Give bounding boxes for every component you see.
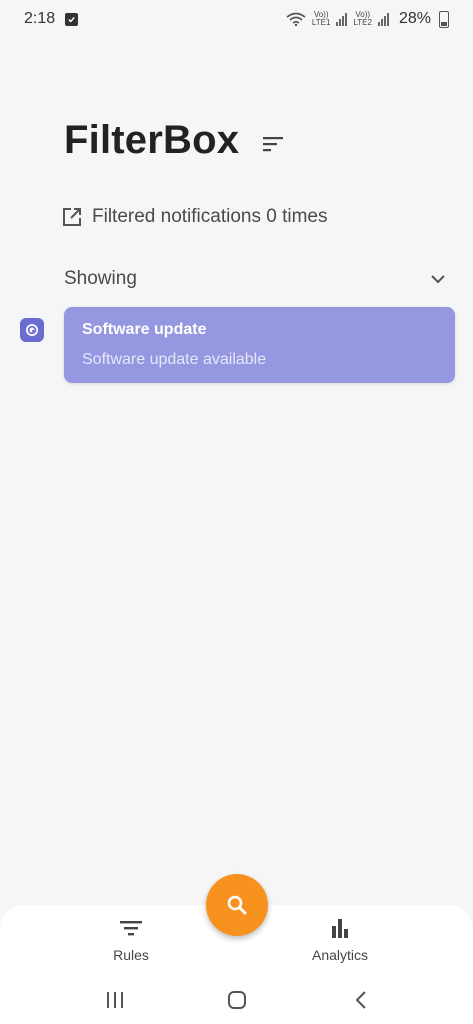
network-tag-2-bottom: LTE2 (353, 18, 372, 27)
status-right: Vo)) LTE1 Vo)) LTE2 28% (286, 10, 449, 28)
notification-title: Software update (82, 321, 207, 338)
system-navigation-bar (0, 977, 473, 1024)
status-bar: 2:18 Vo)) LTE1 Vo)) LTE2 28% (0, 0, 473, 38)
nav-rules[interactable]: Rules (104, 917, 158, 963)
sort-icon[interactable] (263, 135, 285, 153)
software-update-app-icon (20, 318, 44, 342)
recents-icon (107, 992, 123, 1008)
nav-rules-label: Rules (113, 947, 149, 963)
network-tag-1-bottom: LTE1 (311, 18, 331, 27)
back-button[interactable] (348, 987, 374, 1013)
nav-analytics-label: Analytics (311, 947, 369, 963)
signal-2-icon (377, 12, 389, 26)
status-time: 2:18 (24, 10, 56, 27)
battery-icon (439, 10, 449, 28)
filtered-count-row[interactable]: Filtered notifications 0 times (62, 206, 328, 228)
signal-1-icon (336, 12, 348, 26)
search-fab-button[interactable] (206, 874, 268, 936)
network-tag-2: Vo)) LTE2 (353, 11, 372, 27)
nav-analytics[interactable]: Analytics (300, 917, 380, 963)
showing-section-header[interactable]: Showing (64, 266, 446, 292)
back-icon (355, 991, 366, 1009)
network-tag-1: Vo)) LTE1 (312, 11, 331, 27)
showing-label: Showing (64, 268, 137, 289)
recents-button[interactable] (102, 987, 128, 1013)
status-left: 2:18 (24, 10, 79, 28)
task-check-icon (65, 12, 79, 26)
chevron-down-icon[interactable] (430, 274, 446, 284)
bar-chart-icon (332, 919, 348, 938)
notification-card[interactable]: Software update Software update availabl… (64, 307, 455, 383)
filtered-count-text: Filtered notifications 0 times (92, 206, 328, 227)
header: FilterBox (64, 118, 285, 163)
home-icon (228, 991, 246, 1009)
wifi-icon (286, 12, 306, 26)
open-external-icon (63, 208, 81, 226)
notification-body: Software update available (82, 351, 267, 368)
search-icon (227, 895, 247, 915)
home-button[interactable] (224, 987, 250, 1013)
battery-percent: 28% (398, 10, 431, 27)
page-title: FilterBox (64, 118, 240, 162)
filter-icon (120, 921, 142, 936)
